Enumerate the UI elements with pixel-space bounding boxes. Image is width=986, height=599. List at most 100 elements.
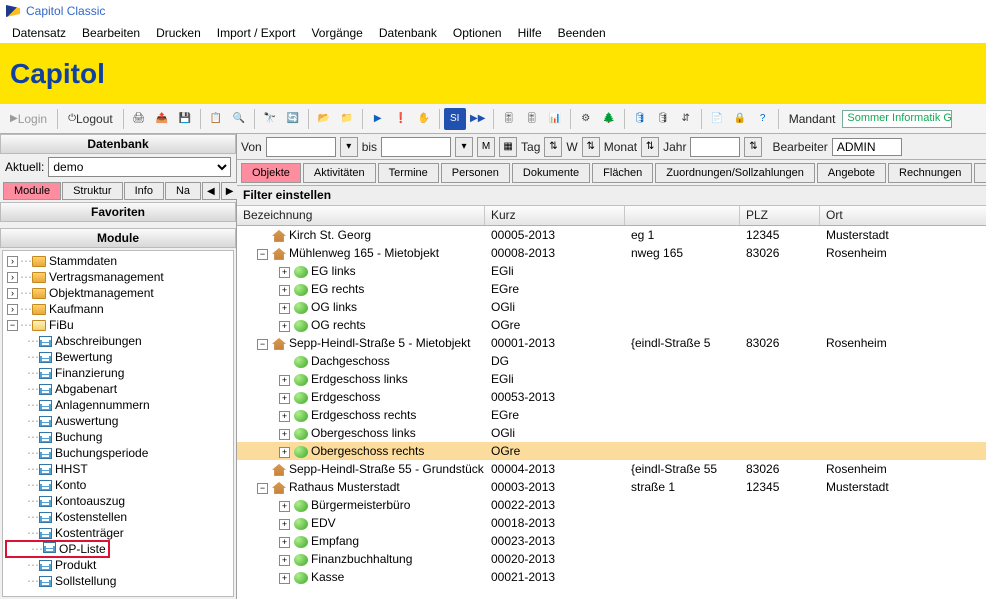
expander-icon[interactable]: +: [279, 303, 290, 314]
tree-leaf-abschreibungen[interactable]: Abschreibungen: [55, 334, 142, 348]
aktuell-select[interactable]: demo: [48, 157, 231, 177]
logout-button[interactable]: ⏻ Logout: [62, 108, 119, 130]
expander-icon[interactable]: +: [279, 267, 290, 278]
tree-node-vertragsmanagement[interactable]: Vertragsmanagement: [49, 270, 164, 284]
w-spin[interactable]: ⇅: [582, 137, 600, 157]
folder-icon[interactable]: 📁: [336, 108, 358, 130]
filter-einstellen-bar[interactable]: Filter einstellen: [237, 186, 986, 206]
tree-leaf-sollstellung[interactable]: Sollstellung: [55, 574, 116, 588]
tab-struktur[interactable]: Struktur: [62, 182, 123, 200]
expander-icon[interactable]: ›: [7, 256, 18, 267]
tab-personen[interactable]: Personen: [441, 163, 510, 183]
tab-objekte[interactable]: Objekte: [241, 163, 301, 183]
table-row[interactable]: +Empfang00023-2013: [237, 532, 986, 550]
table-row[interactable]: +OG linksOGli: [237, 298, 986, 316]
gear-icon[interactable]: ⚙: [575, 108, 597, 130]
expander-icon[interactable]: ›: [7, 272, 18, 283]
expander-icon[interactable]: +: [279, 429, 290, 440]
preview-icon[interactable]: 📄: [706, 108, 728, 130]
von-picker-icon[interactable]: ▾: [340, 137, 358, 157]
tree-leaf-bewertung[interactable]: Bewertung: [55, 350, 112, 364]
tab-info[interactable]: Info: [124, 182, 164, 200]
tree-leaf-konto[interactable]: Konto: [55, 478, 86, 492]
menu-hilfe[interactable]: Hilfe: [510, 23, 550, 43]
tab-na[interactable]: Na: [165, 182, 201, 200]
expander-icon[interactable]: +: [279, 393, 290, 404]
tab-right-arrow[interactable]: ▶: [221, 182, 239, 200]
module-tree[interactable]: ›⋯Stammdaten›⋯Vertragsmanagement›⋯Objekt…: [2, 250, 234, 597]
col-bezeichnung[interactable]: Bezeichnung: [237, 206, 485, 225]
hand-icon[interactable]: ✋: [413, 108, 435, 130]
table-row[interactable]: +Erdgeschoss rechtsEGre: [237, 406, 986, 424]
m-button[interactable]: M: [477, 137, 495, 157]
tree-node-stammdaten[interactable]: Stammdaten: [49, 254, 117, 268]
tab-angebote[interactable]: Angebote: [817, 163, 886, 183]
tab-left-arrow[interactable]: ◀: [202, 182, 220, 200]
tree-leaf-kostentr-ger[interactable]: Kostenträger: [55, 526, 124, 540]
table-row[interactable]: +Erdgeschoss linksEGli: [237, 370, 986, 388]
help-icon[interactable]: ?: [752, 108, 774, 130]
expander-icon[interactable]: +: [279, 375, 290, 386]
login-button[interactable]: ▶ Login: [4, 108, 53, 130]
table-row[interactable]: DachgeschossDG: [237, 352, 986, 370]
tree-node-fibu[interactable]: FiBu: [49, 318, 74, 332]
menu-bearbeiten[interactable]: Bearbeiten: [74, 23, 148, 43]
table-row[interactable]: +EDV00018-2013: [237, 514, 986, 532]
slider2-icon[interactable]: 🎚: [521, 108, 543, 130]
save-icon[interactable]: 💾: [174, 108, 196, 130]
table-row[interactable]: +OG rechtsOGre: [237, 316, 986, 334]
tab-rechnungen[interactable]: Rechnungen: [888, 163, 972, 183]
monat-spin[interactable]: ⇅: [641, 137, 659, 157]
tree-leaf-buchung[interactable]: Buchung: [55, 430, 102, 444]
calendar-icon[interactable]: ▦: [499, 137, 517, 157]
expander-icon[interactable]: −: [257, 249, 268, 260]
tree-leaf-finanzierung[interactable]: Finanzierung: [55, 366, 124, 380]
print-icon[interactable]: 🖨: [128, 108, 150, 130]
menu-drucken[interactable]: Drucken: [148, 23, 209, 43]
table-row[interactable]: −Sepp-Heindl-Straße 5 - Mietobjekt00001-…: [237, 334, 986, 352]
tab-rechnu[interactable]: Rechnu: [974, 163, 986, 183]
tab-termine[interactable]: Termine: [378, 163, 439, 183]
expander-icon[interactable]: ›: [7, 304, 18, 315]
col-ort[interactable]: Ort: [820, 206, 986, 225]
expander-icon[interactable]: +: [279, 411, 290, 422]
si-icon[interactable]: SI: [444, 108, 466, 130]
tab-zuordnungen-sollzahlungen[interactable]: Zuordnungen/Sollzahlungen: [655, 163, 815, 183]
expander-icon[interactable]: −: [7, 320, 18, 331]
open-icon[interactable]: 📂: [313, 108, 335, 130]
table-row[interactable]: Sepp-Heindl-Straße 55 - Grundstück00004-…: [237, 460, 986, 478]
col-extra[interactable]: [625, 206, 740, 225]
expander-icon[interactable]: +: [279, 321, 290, 332]
expander-icon[interactable]: +: [279, 285, 290, 296]
lock-icon[interactable]: 🔒: [729, 108, 751, 130]
tree-leaf-anlagennummern[interactable]: Anlagennummern: [55, 398, 150, 412]
export-icon[interactable]: 📤: [151, 108, 173, 130]
tree-node-kaufmann[interactable]: Kaufmann: [49, 302, 104, 316]
forward-icon[interactable]: ▶▶: [467, 108, 489, 130]
chart-icon[interactable]: 📊: [544, 108, 566, 130]
table-row[interactable]: +Erdgeschoss00053-2013: [237, 388, 986, 406]
tree-leaf-buchungsperiode[interactable]: Buchungsperiode: [55, 446, 148, 460]
tab-module[interactable]: Module: [3, 182, 61, 200]
tree-leaf-auswertung[interactable]: Auswertung: [55, 414, 118, 428]
tab-dokumente[interactable]: Dokumente: [512, 163, 590, 183]
jahr-input[interactable]: [690, 137, 740, 157]
col-plz[interactable]: PLZ: [740, 206, 820, 225]
table-row[interactable]: +Bürgermeisterbüro00022-2013: [237, 496, 986, 514]
find-icon[interactable]: 🔍: [228, 108, 250, 130]
play-icon[interactable]: ▶: [367, 108, 389, 130]
menu-datenbank[interactable]: Datenbank: [371, 23, 445, 43]
binoculars-icon[interactable]: 🔭: [259, 108, 281, 130]
expander-icon[interactable]: +: [279, 519, 290, 530]
db1-icon[interactable]: 🛢: [629, 108, 651, 130]
menu-import-export[interactable]: Import / Export: [209, 23, 304, 43]
table-row[interactable]: +Obergeschoss rechtsOGre: [237, 442, 986, 460]
refresh-icon[interactable]: 🔄: [282, 108, 304, 130]
tree-leaf-produkt[interactable]: Produkt: [55, 558, 96, 572]
tag-spin[interactable]: ⇅: [544, 137, 562, 157]
bis-input[interactable]: [381, 137, 451, 157]
table-row[interactable]: −Rathaus Musterstadt00003-2013straße 112…: [237, 478, 986, 496]
expander-icon[interactable]: +: [279, 501, 290, 512]
hierarchy-icon[interactable]: ⇵: [675, 108, 697, 130]
bis-picker-icon[interactable]: ▾: [455, 137, 473, 157]
